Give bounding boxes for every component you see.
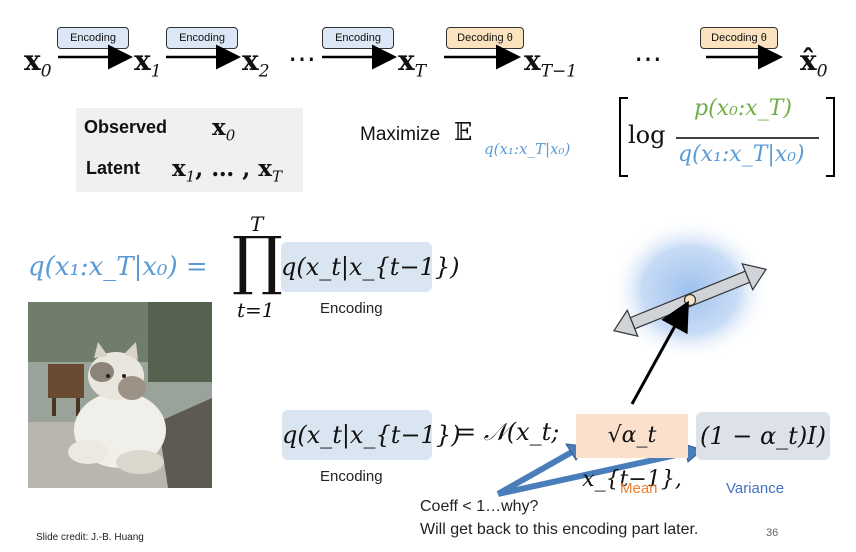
coeff-note: Coeff < 1…why? (420, 498, 539, 515)
variance-label: Variance (726, 480, 785, 497)
mean-label: Mean (620, 480, 658, 497)
pointer-arrows (496, 300, 703, 497)
normal-lhs: q(x_t|x_{t−1}) (282, 410, 460, 460)
normal-caption: Encoding (320, 468, 383, 485)
normal-equals: = 𝒩(x_t; (456, 418, 560, 446)
normal-mean-term: √α_t x_{t−1}, (576, 414, 688, 492)
page-number: 36 (766, 527, 779, 539)
later-note: Will get back to this encoding part late… (420, 521, 699, 538)
slide-credit: Slide credit: J.-B. Huang (36, 532, 144, 543)
mean-to-point-arrow (630, 300, 689, 405)
normal-variance-term: (1 − α_t)I) (696, 412, 830, 460)
